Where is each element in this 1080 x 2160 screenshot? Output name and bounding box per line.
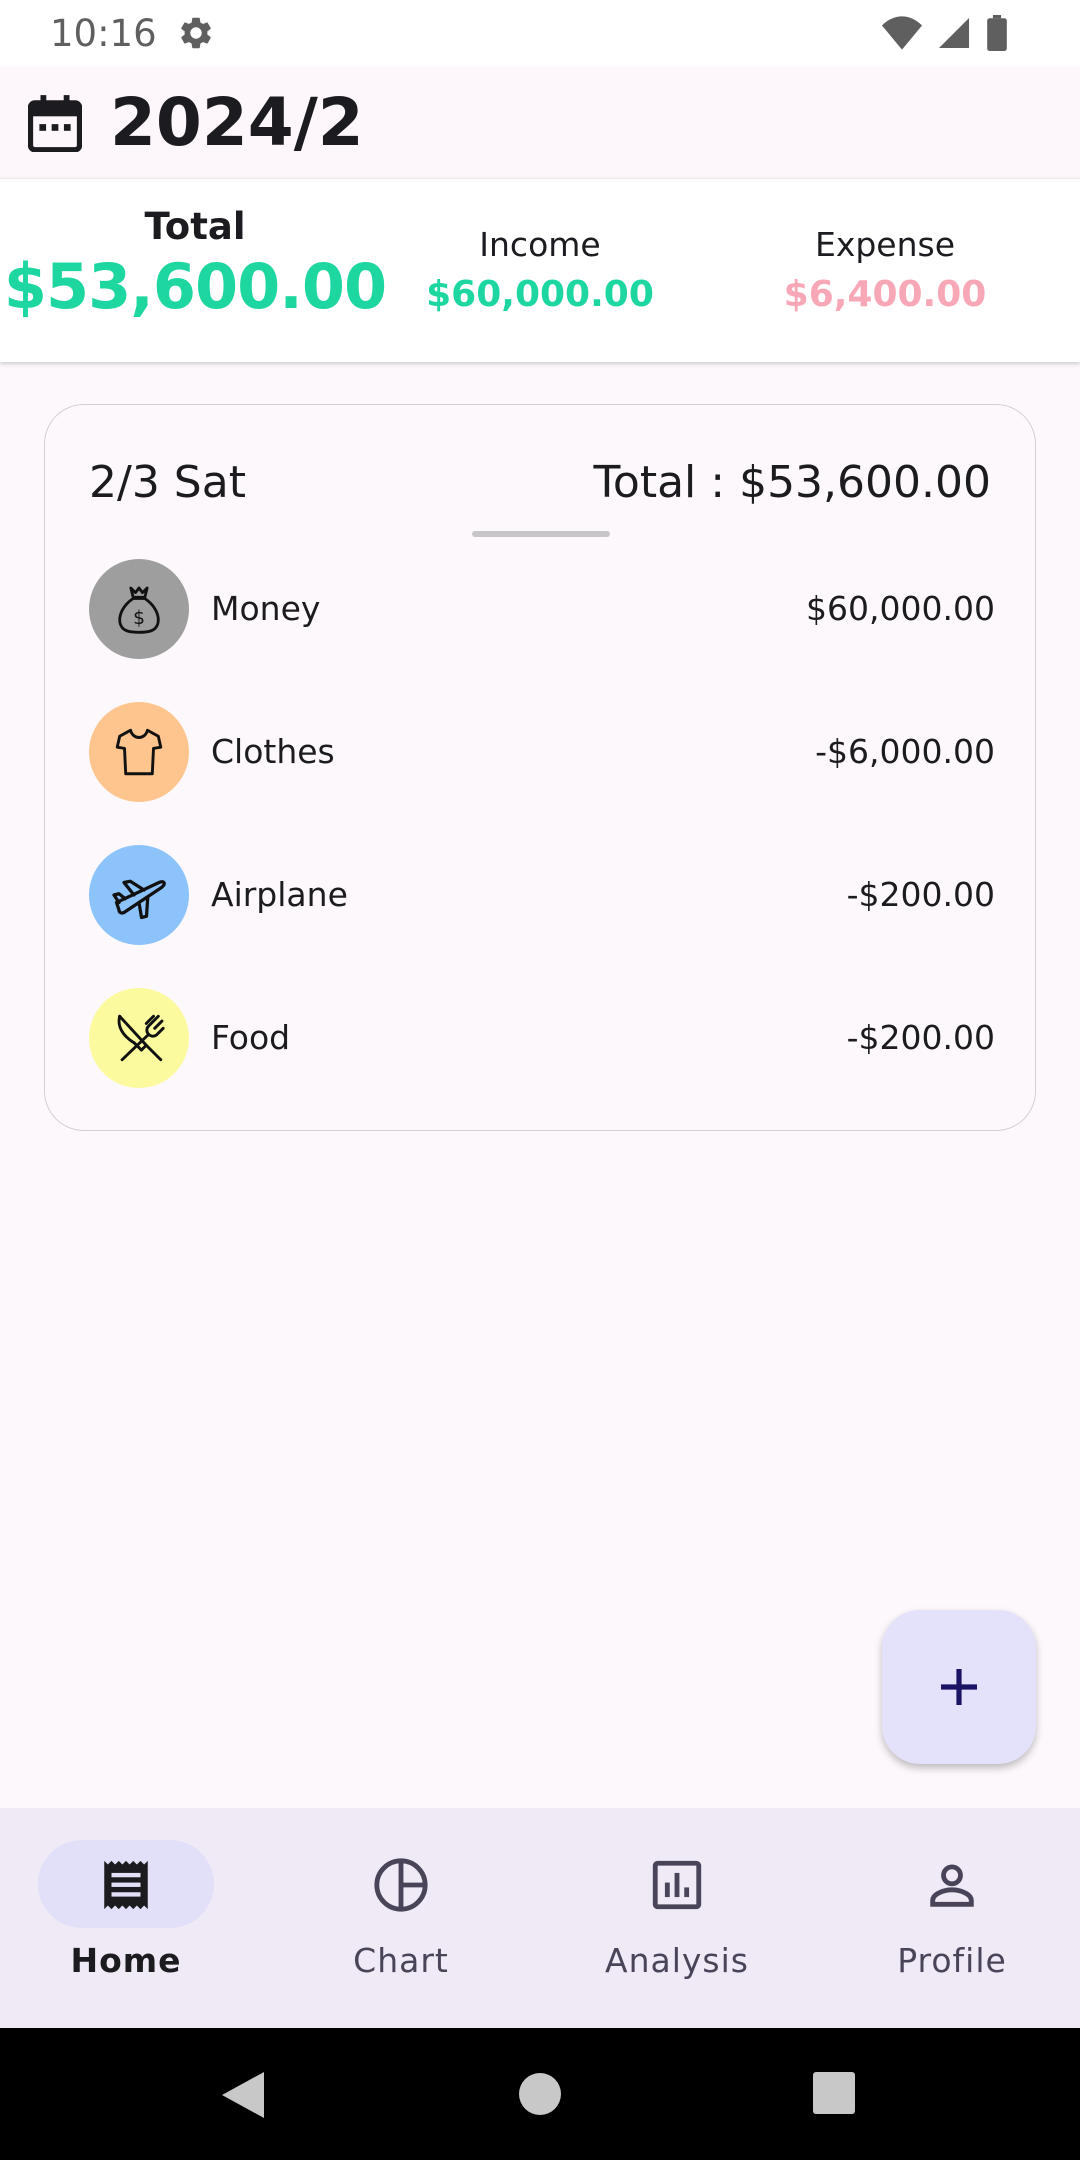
nav-item-chart[interactable]: Chart bbox=[275, 1808, 545, 2028]
add-entry-button[interactable] bbox=[882, 1610, 1036, 1764]
list-item[interactable]: Clothes -$6,000.00 bbox=[89, 702, 995, 802]
entry-name: Food bbox=[211, 1018, 291, 1057]
expense-value: $6,400.00 bbox=[783, 274, 987, 315]
total-summary: Total $53,600.00 bbox=[0, 205, 390, 323]
signal-icon bbox=[939, 18, 969, 48]
recents-icon[interactable] bbox=[813, 2072, 855, 2114]
total-label: Total bbox=[144, 205, 246, 248]
entry-name: Money bbox=[211, 589, 321, 628]
tshirt-icon bbox=[115, 728, 163, 776]
app-header: 2024/2 bbox=[0, 66, 1080, 178]
nav-label-profile: Profile bbox=[897, 1941, 1007, 1980]
day-card[interactable]: 2/3 Sat Total : $53,600.00 $ Money $60,0… bbox=[44, 404, 1036, 1131]
nav-label-analysis: Analysis bbox=[605, 1941, 749, 1980]
svg-text:$: $ bbox=[133, 608, 145, 629]
total-value: $53,600.00 bbox=[3, 250, 387, 323]
month-title[interactable]: 2024/2 bbox=[110, 84, 364, 161]
expense-label: Expense bbox=[814, 225, 956, 264]
calendar-icon[interactable] bbox=[28, 94, 82, 152]
airplane-icon bbox=[112, 879, 166, 920]
receipt-icon bbox=[104, 1860, 148, 1910]
entry-icon-background: $ bbox=[89, 559, 189, 659]
money-bag-icon: $ bbox=[118, 586, 160, 634]
entry-icon-background bbox=[89, 845, 189, 945]
settings-gear-icon bbox=[181, 17, 211, 49]
entry-amount: -$200.00 bbox=[846, 1018, 995, 1057]
expense-summary: Expense $6,400.00 bbox=[735, 225, 1035, 315]
status-time: 10:16 bbox=[50, 12, 157, 55]
back-icon[interactable] bbox=[222, 2072, 264, 2118]
day-date: 2/3 Sat bbox=[89, 457, 246, 508]
bar-chart-icon bbox=[652, 1860, 702, 1910]
status-icons bbox=[882, 14, 1008, 52]
entry-name: Airplane bbox=[211, 875, 348, 914]
nav-item-analysis[interactable]: Analysis bbox=[551, 1808, 821, 2028]
list-item[interactable]: Airplane -$200.00 bbox=[89, 845, 995, 945]
wifi-icon bbox=[882, 16, 922, 50]
income-summary: Income $60,000.00 bbox=[390, 225, 690, 315]
pie-chart-icon bbox=[374, 1858, 428, 1912]
battery-icon bbox=[987, 15, 1007, 51]
nav-label-home: Home bbox=[70, 1941, 182, 1980]
drag-handle[interactable] bbox=[472, 531, 610, 537]
bottom-nav: Home Chart Analysis Profile bbox=[0, 1808, 1080, 2028]
entry-amount: -$6,000.00 bbox=[815, 732, 995, 771]
nav-item-home[interactable]: Home bbox=[0, 1808, 270, 2028]
home-icon[interactable] bbox=[518, 2072, 562, 2116]
entry-icon-background bbox=[89, 988, 189, 1088]
nav-item-profile[interactable]: Profile bbox=[826, 1808, 1080, 2028]
day-total: Total : $53,600.00 bbox=[593, 457, 991, 508]
income-value: $60,000.00 bbox=[426, 274, 654, 315]
utensils-icon bbox=[117, 1014, 165, 1062]
nav-label-chart: Chart bbox=[353, 1941, 449, 1980]
entry-amount: -$200.00 bbox=[846, 875, 995, 914]
entry-name: Clothes bbox=[211, 732, 335, 771]
list-item[interactable]: Food -$200.00 bbox=[89, 988, 995, 1088]
summary-panel: Total $53,600.00 Income $60,000.00 Expen… bbox=[0, 178, 1080, 362]
plus-icon bbox=[941, 1669, 977, 1705]
income-label: Income bbox=[479, 225, 601, 264]
system-nav-bar bbox=[0, 2028, 1080, 2160]
list-item[interactable]: $ Money $60,000.00 bbox=[89, 559, 995, 659]
entry-icon-background bbox=[89, 702, 189, 802]
person-icon bbox=[930, 1864, 974, 1907]
screen: 10:16 2024/2 Total $53,600.00 Income $60… bbox=[0, 0, 1080, 2160]
status-bar: 10:16 bbox=[0, 0, 1080, 66]
entry-amount: $60,000.00 bbox=[806, 589, 995, 628]
